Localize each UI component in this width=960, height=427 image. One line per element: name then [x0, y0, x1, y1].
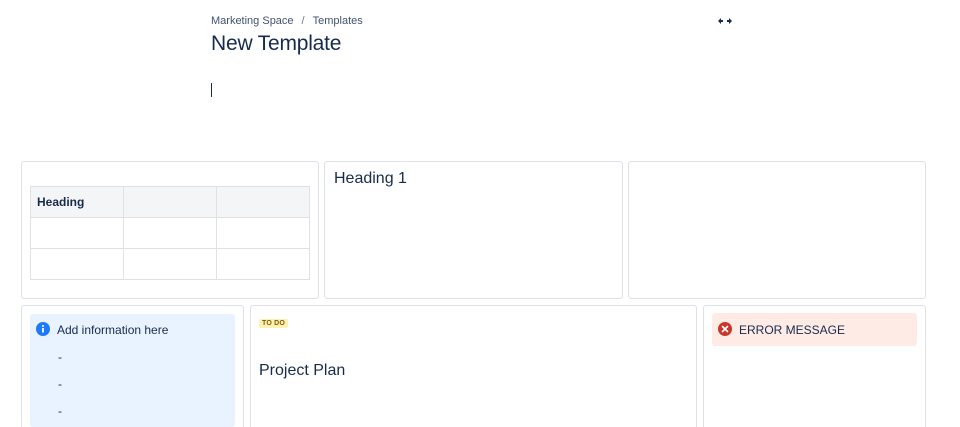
list-item[interactable]: - [58, 350, 62, 364]
expand-width-button[interactable] [716, 14, 734, 28]
editor-text-cursor[interactable] [211, 83, 212, 97]
breadcrumb-separator: / [301, 15, 305, 27]
table-row [30, 248, 310, 280]
table-cell[interactable] [216, 217, 310, 249]
table-cell[interactable] [123, 217, 217, 249]
breadcrumb: Marketing Space / Templates [211, 15, 363, 27]
expand-width-icon [718, 18, 732, 24]
table-header-row: Heading [30, 186, 310, 218]
table-row [30, 217, 310, 249]
table-header-cell[interactable] [216, 186, 310, 218]
table-header-cell[interactable] [123, 186, 217, 218]
table-cell[interactable] [123, 248, 217, 280]
heading-1-text[interactable]: Heading 1 [334, 170, 407, 188]
info-icon [36, 322, 50, 336]
content-table[interactable]: Heading [30, 186, 310, 280]
breadcrumb-templates-link[interactable]: Templates [313, 15, 363, 27]
page-title[interactable]: New Template [211, 32, 341, 56]
status-badge[interactable]: TO DO [259, 319, 289, 328]
breadcrumb-space-link[interactable]: Marketing Space [211, 15, 294, 27]
list-item[interactable]: - [58, 377, 62, 391]
table-cell[interactable] [30, 248, 124, 280]
info-panel-text[interactable]: Add information here [57, 323, 168, 337]
error-panel-text[interactable]: ERROR MESSAGE [739, 323, 845, 337]
list-item[interactable]: - [58, 404, 62, 418]
table-cell[interactable] [216, 248, 310, 280]
project-plan-title[interactable]: Project Plan [259, 362, 345, 380]
empty-card[interactable] [628, 161, 926, 299]
error-icon [718, 322, 732, 336]
table-header-cell[interactable]: Heading [30, 186, 124, 218]
table-cell[interactable] [30, 217, 124, 249]
